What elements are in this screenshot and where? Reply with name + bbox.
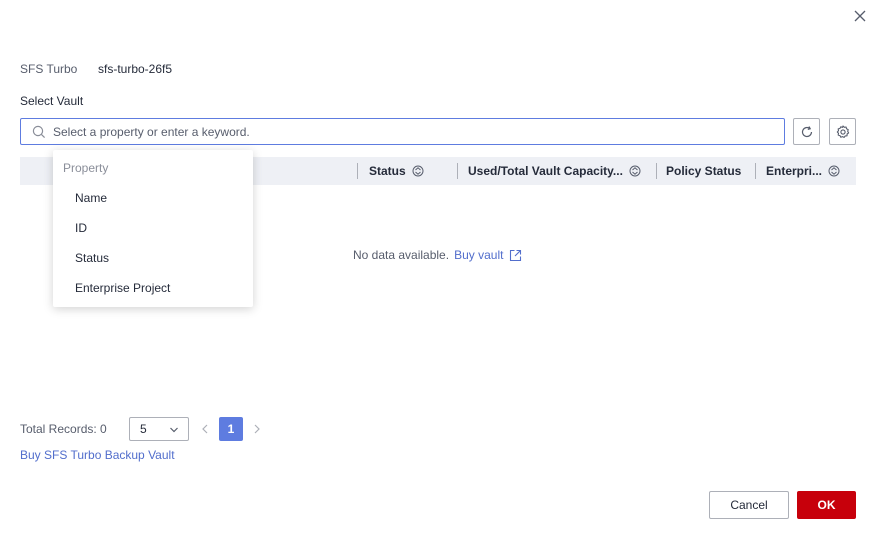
close-icon — [854, 10, 866, 22]
sfs-turbo-row: SFS Turbo sfs-turbo-26f5 — [20, 61, 172, 77]
chevron-right-icon — [254, 424, 260, 434]
search-icon — [32, 125, 46, 139]
column-enterprise-project[interactable]: Enterpri... — [755, 157, 840, 185]
page-size-select[interactable]: 5 — [129, 417, 189, 441]
column-policy-status-label: Policy Status — [666, 164, 742, 178]
next-page-button[interactable] — [249, 417, 265, 441]
gear-icon — [836, 124, 849, 138]
ok-button[interactable]: OK — [797, 491, 856, 519]
column-divider — [656, 163, 657, 179]
buy-vault-link[interactable]: Buy vault — [454, 248, 503, 262]
empty-state: No data available. Buy vault — [353, 248, 522, 262]
column-policy-status: Policy Status — [656, 157, 741, 185]
refresh-button[interactable] — [793, 118, 820, 145]
sort-icon[interactable] — [412, 165, 424, 177]
dropdown-item-name[interactable]: Name — [53, 183, 253, 213]
page-number-current[interactable]: 1 — [219, 417, 243, 441]
close-button[interactable] — [851, 7, 869, 25]
page-size-value: 5 — [140, 422, 147, 436]
dropdown-title: Property — [63, 161, 109, 175]
total-records: Total Records: 0 — [20, 422, 107, 436]
select-vault-label: Select Vault — [20, 94, 84, 108]
property-dropdown: Property Name ID Status Enterprise Proje… — [53, 150, 253, 307]
dropdown-item-enterprise-project[interactable]: Enterprise Project — [53, 273, 253, 303]
sort-icon[interactable] — [629, 165, 641, 177]
column-divider — [457, 163, 458, 179]
column-capacity-label: Used/Total Vault Capacity... — [468, 164, 623, 178]
column-divider — [357, 163, 358, 179]
cancel-button[interactable]: Cancel — [709, 491, 789, 519]
vault-search-input[interactable] — [53, 124, 753, 139]
vault-search-box[interactable] — [20, 118, 785, 145]
pagination: Total Records: 0 5 1 — [20, 417, 260, 441]
buy-backup-vault-link[interactable]: Buy SFS Turbo Backup Vault — [20, 448, 175, 462]
refresh-icon — [801, 125, 812, 137]
sort-icon[interactable] — [828, 165, 840, 177]
settings-button[interactable] — [829, 118, 856, 145]
column-divider — [755, 163, 756, 179]
dropdown-item-id[interactable]: ID — [53, 213, 253, 243]
empty-message: No data available. — [353, 248, 450, 262]
external-link-icon[interactable] — [509, 249, 522, 262]
chevron-down-icon — [170, 427, 178, 433]
sfs-turbo-label: SFS Turbo — [20, 62, 78, 76]
previous-page-button[interactable] — [197, 417, 213, 441]
chevron-left-icon — [202, 424, 208, 434]
dropdown-item-status[interactable]: Status — [53, 243, 253, 273]
column-enterprise-label: Enterpri... — [766, 164, 823, 178]
sfs-turbo-value: sfs-turbo-26f5 — [98, 62, 173, 76]
column-capacity[interactable]: Used/Total Vault Capacity... — [457, 157, 641, 185]
column-status[interactable]: Status — [357, 157, 424, 185]
column-status-label: Status — [369, 164, 406, 178]
